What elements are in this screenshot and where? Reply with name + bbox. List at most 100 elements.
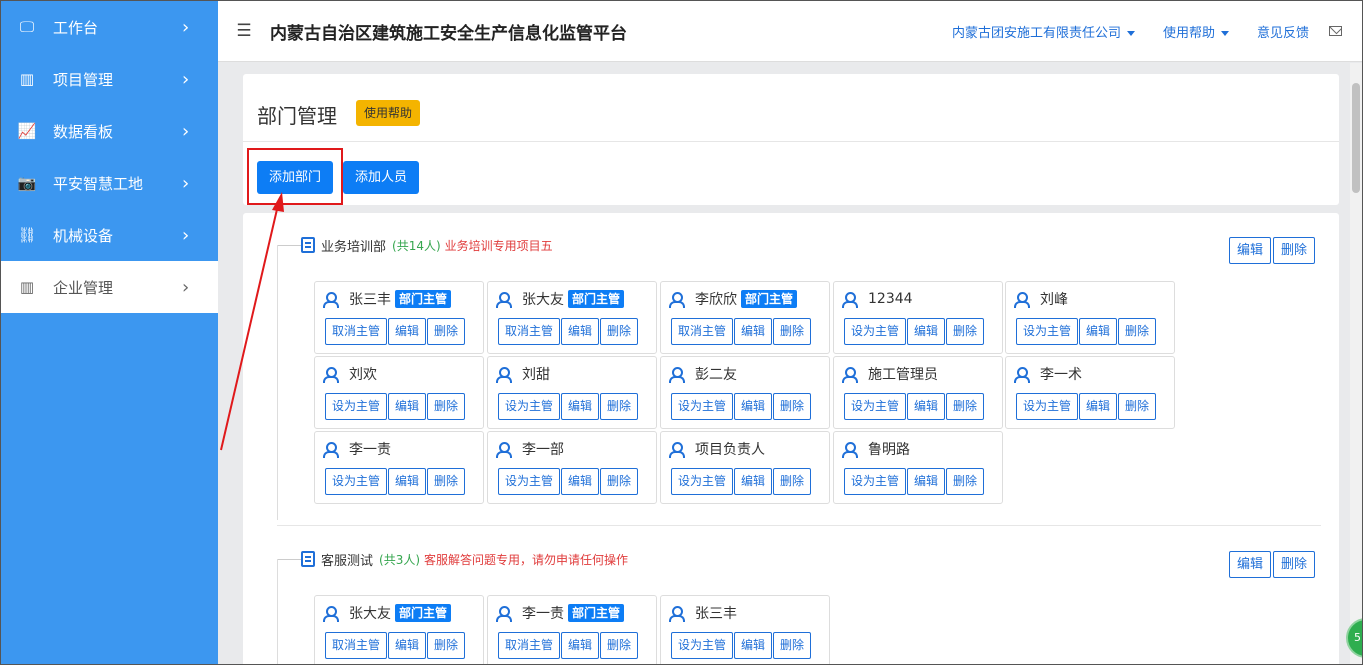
cancel-manager-button[interactable]: 取消主管: [671, 318, 734, 345]
edit-member-button[interactable]: 编辑: [907, 393, 946, 420]
member-actions: 设为主管 编辑 删除: [844, 318, 985, 345]
delete-member-button[interactable]: 删除: [946, 393, 985, 420]
delete-member-button[interactable]: 删除: [427, 632, 466, 659]
tree-branch: [277, 244, 301, 246]
help-button[interactable]: 使用帮助: [356, 100, 421, 126]
mail-icon[interactable]: [1329, 26, 1342, 36]
edit-member-button[interactable]: 编辑: [734, 393, 773, 420]
sidebar-item-0[interactable]: 🖵 工作台 ›: [1, 1, 218, 53]
member-name: 项目负责人: [695, 442, 765, 458]
member-card: 刘甜设为主管 编辑 删除: [487, 356, 657, 429]
delete-member-button[interactable]: 删除: [427, 393, 466, 420]
set-manager-button[interactable]: 设为主管: [325, 468, 388, 495]
department-description: 客服解答问题专用，请勿申请任何操作: [424, 552, 629, 567]
sidebar-item-2[interactable]: 📈 数据看板 ›: [1, 105, 218, 157]
set-manager-button[interactable]: 设为主管: [844, 468, 907, 495]
sidebar-item-3[interactable]: 📷 平安智慧工地 ›: [1, 157, 218, 209]
scrollbar[interactable]: [1350, 63, 1362, 664]
delete-member-button[interactable]: 删除: [1118, 393, 1157, 420]
edit-member-button[interactable]: 编辑: [907, 468, 946, 495]
member-card: 李一部 设为主管 编辑 删除: [487, 431, 657, 504]
member-actions: 设为主管 编辑 删除: [671, 468, 812, 495]
delete-member-button[interactable]: 删除: [946, 318, 985, 345]
member-header: 张三丰 部门主管: [323, 289, 452, 309]
member-header: 彭二友: [669, 364, 741, 384]
member-name: 李一责: [349, 442, 391, 458]
set-manager-button[interactable]: 设为主管: [1016, 393, 1079, 420]
chevron-right-icon: ›: [182, 120, 190, 142]
delete-member-button[interactable]: 删除: [427, 318, 466, 345]
sidebar-item-1[interactable]: ▥ 项目管理 ›: [1, 53, 218, 105]
company-dropdown[interactable]: 内蒙古团安施工有限责任公司: [952, 22, 1135, 41]
menu-toggle-icon[interactable]: ☰: [218, 21, 270, 41]
member-name: 张三丰: [695, 606, 737, 622]
member-header: 刘甜: [496, 364, 554, 384]
set-manager-button[interactable]: 设为主管: [671, 468, 734, 495]
help-dropdown[interactable]: 使用帮助: [1163, 22, 1229, 41]
set-manager-button[interactable]: 设为主管: [671, 632, 734, 659]
member-header: 张大友 部门主管: [323, 603, 452, 623]
department-count: (共14人): [392, 238, 441, 253]
edit-member-button[interactable]: 编辑: [734, 468, 773, 495]
edit-member-button[interactable]: 编辑: [388, 393, 427, 420]
edit-member-button[interactable]: 编辑: [561, 468, 600, 495]
department-list-card: 业务培训部 (共14人) 业务培训专用项目五 编辑 删除 张三丰 部门主管 取消主管 编辑 删除张…: [243, 213, 1339, 664]
delete-member-button[interactable]: 删除: [600, 393, 639, 420]
edit-member-button[interactable]: 编辑: [561, 632, 600, 659]
member-name: 刘甜: [522, 367, 550, 383]
edit-member-button[interactable]: 编辑: [1079, 318, 1118, 345]
set-manager-button[interactable]: 设为主管: [671, 393, 734, 420]
edit-department-button[interactable]: 编辑: [1229, 237, 1272, 264]
delete-member-button[interactable]: 删除: [600, 318, 639, 345]
member-header: 李欣欣 部门主管: [669, 289, 798, 309]
site-title: 内蒙古自治区建筑施工安全生产信息化监管平台: [270, 23, 627, 44]
edit-member-button[interactable]: 编辑: [907, 318, 946, 345]
delete-member-button[interactable]: 删除: [773, 318, 812, 345]
delete-department-button[interactable]: 删除: [1273, 551, 1316, 578]
sidebar-item-4[interactable]: ⛓ 机械设备 ›: [1, 209, 218, 261]
member-card: 张大友 部门主管 取消主管 编辑 删除: [487, 281, 657, 354]
delete-department-button[interactable]: 删除: [1273, 237, 1316, 264]
set-manager-button[interactable]: 设为主管: [1016, 318, 1079, 345]
member-card: 李一术 设为主管 编辑 删除: [1005, 356, 1175, 429]
set-manager-button[interactable]: 设为主管: [844, 318, 907, 345]
user-icon: [496, 442, 512, 458]
cancel-manager-button[interactable]: 取消主管: [325, 632, 388, 659]
chevron-right-icon: ›: [182, 16, 190, 38]
delete-member-button[interactable]: 删除: [427, 468, 466, 495]
member-card: 刘峰 设为主管 编辑 删除: [1005, 281, 1175, 354]
delete-member-button[interactable]: 删除: [946, 468, 985, 495]
delete-member-button[interactable]: 删除: [773, 632, 812, 659]
set-manager-button[interactable]: 设为主管: [844, 393, 907, 420]
edit-member-button[interactable]: 编辑: [388, 318, 427, 345]
add-person-button[interactable]: 添加人员: [343, 161, 420, 194]
user-icon: [323, 367, 339, 383]
set-manager-button[interactable]: 设为主管: [325, 393, 388, 420]
edit-member-button[interactable]: 编辑: [1079, 393, 1118, 420]
feedback-link[interactable]: 意见反馈: [1257, 22, 1309, 41]
cancel-manager-button[interactable]: 取消主管: [325, 318, 388, 345]
edit-member-button[interactable]: 编辑: [734, 318, 773, 345]
set-manager-button[interactable]: 设为主管: [498, 393, 561, 420]
edit-member-button[interactable]: 编辑: [734, 632, 773, 659]
delete-member-button[interactable]: 删除: [600, 632, 639, 659]
edit-department-button[interactable]: 编辑: [1229, 551, 1272, 578]
sidebar-item-5[interactable]: ▥ 企业管理 ›: [1, 261, 218, 313]
page-header-card: 部门管理 使用帮助 添加部门 添加人员: [243, 74, 1339, 205]
delete-member-button[interactable]: 删除: [600, 468, 639, 495]
delete-member-button[interactable]: 删除: [773, 468, 812, 495]
edit-member-button[interactable]: 编辑: [388, 632, 427, 659]
set-manager-button[interactable]: 设为主管: [498, 468, 561, 495]
member-card: 李一责设为主管 编辑 删除: [314, 431, 484, 504]
cancel-manager-button[interactable]: 取消主管: [498, 318, 561, 345]
delete-member-button[interactable]: 删除: [1118, 318, 1157, 345]
edit-member-button[interactable]: 编辑: [561, 393, 600, 420]
floating-badge[interactable]: 51: [1346, 618, 1363, 658]
member-header: 项目负责人: [669, 439, 769, 459]
edit-member-button[interactable]: 编辑: [388, 468, 427, 495]
user-icon: [496, 292, 512, 308]
edit-member-button[interactable]: 编辑: [561, 318, 600, 345]
cancel-manager-button[interactable]: 取消主管: [498, 632, 561, 659]
scrollbar-thumb[interactable]: [1352, 83, 1360, 193]
delete-member-button[interactable]: 删除: [773, 393, 812, 420]
